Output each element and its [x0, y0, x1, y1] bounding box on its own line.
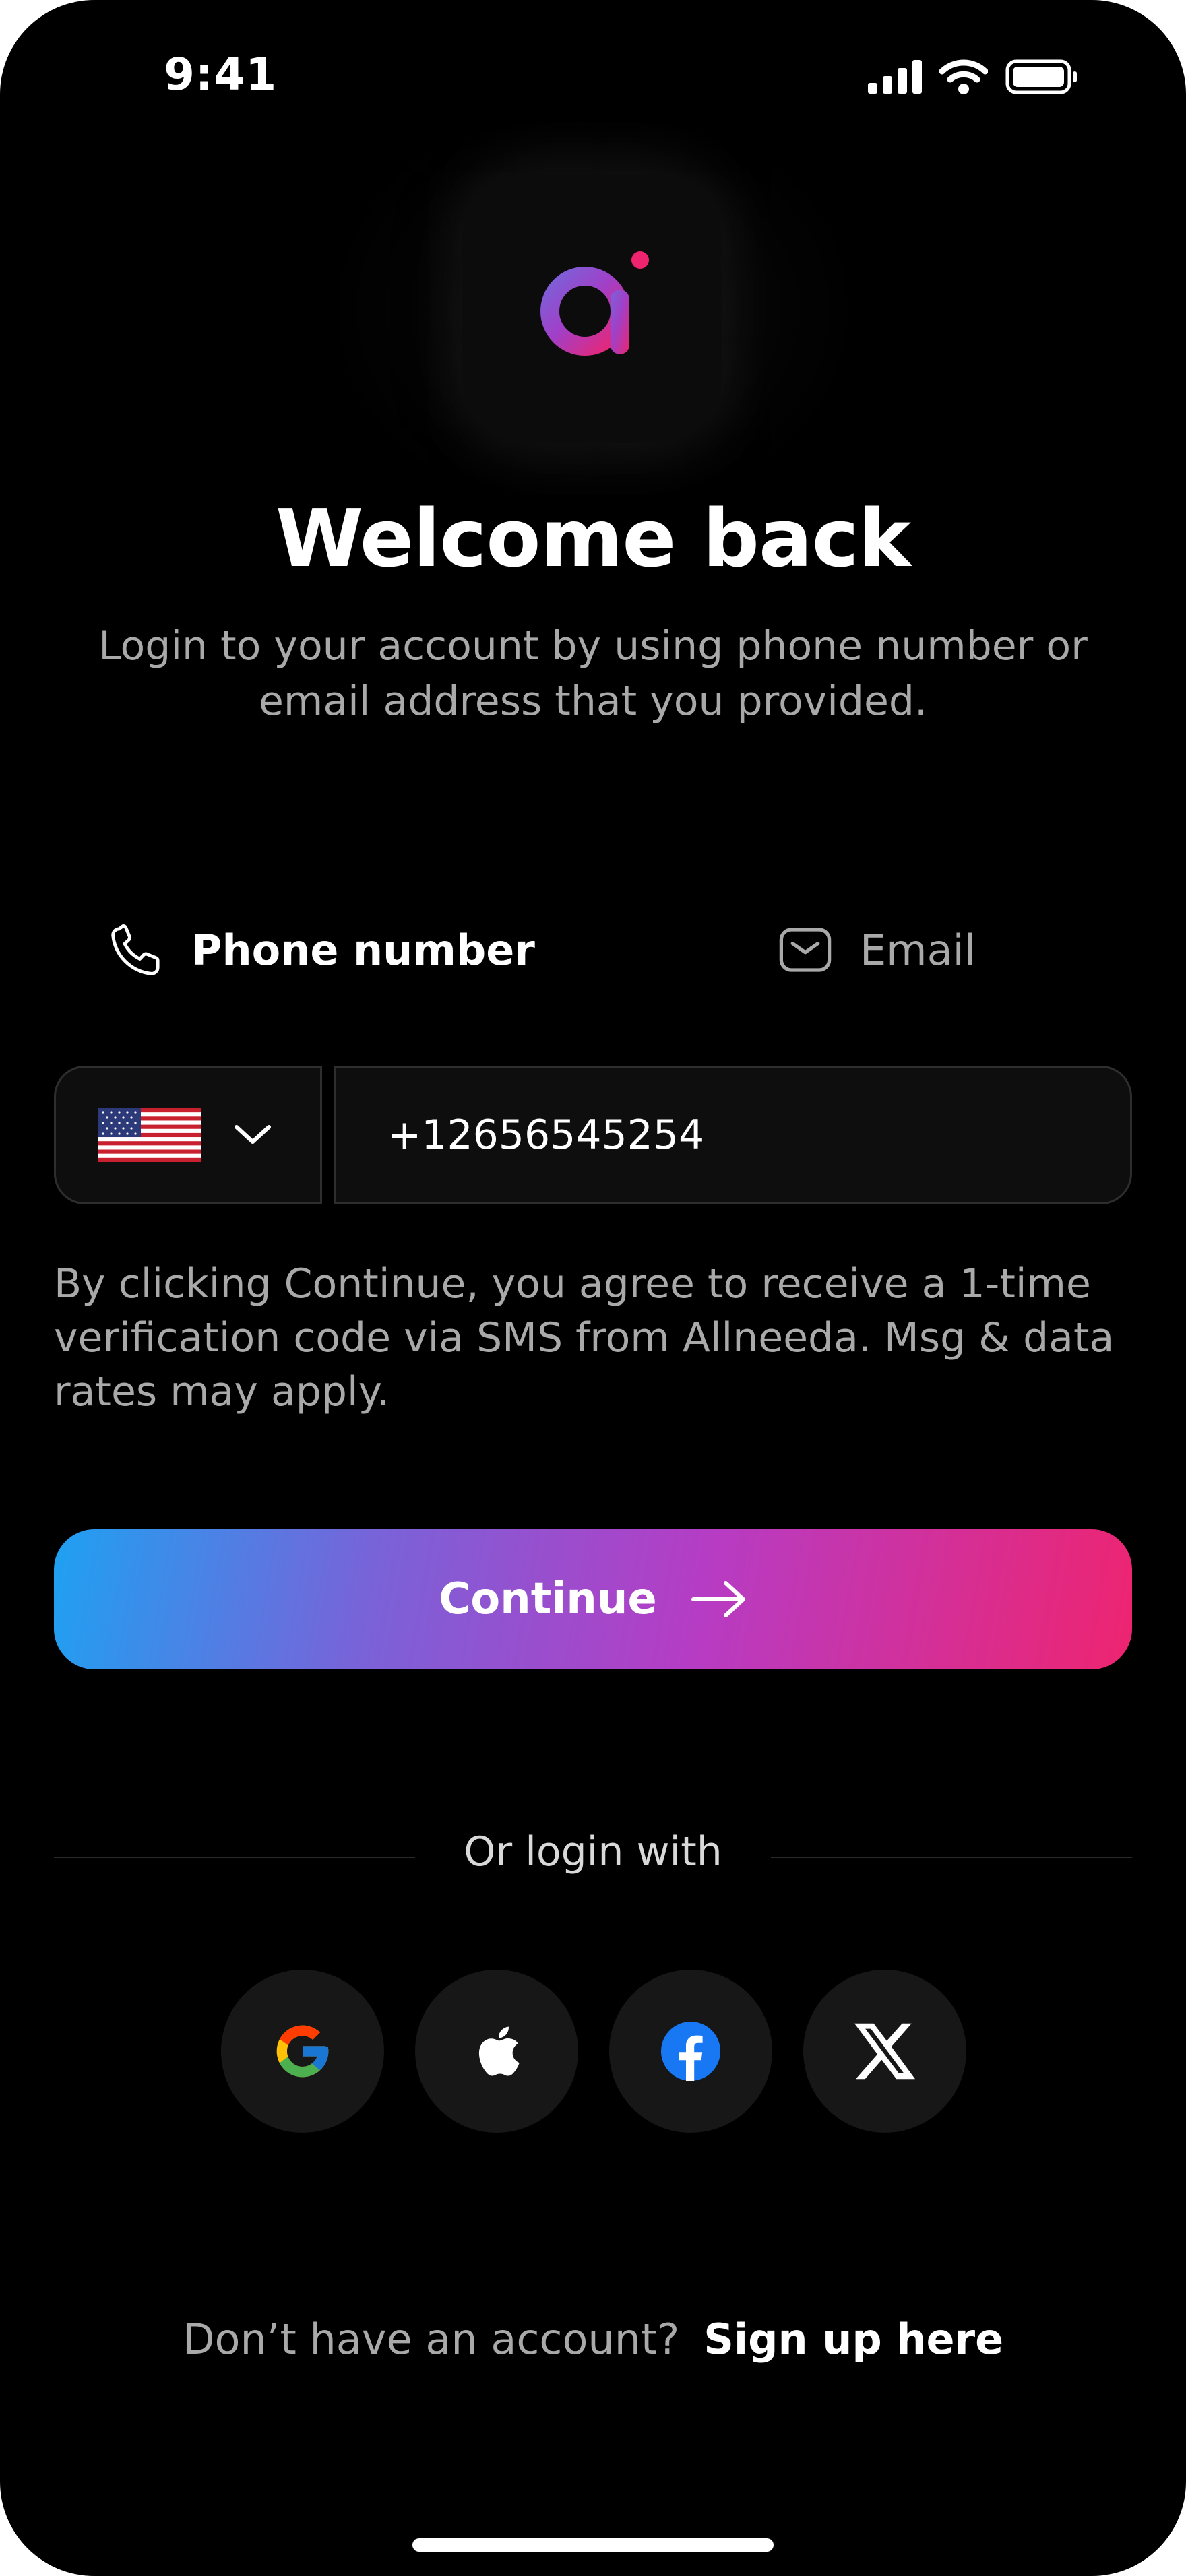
- phone-screen: 9:41 Welcome back Login to your account …: [0, 0, 1186, 2576]
- apple-login-button[interactable]: [415, 1970, 578, 2133]
- page-subtitle: Login to your account by using phone num…: [98, 622, 1088, 725]
- continue-label: Continue: [439, 1574, 657, 1624]
- us-flag-icon: [98, 1108, 201, 1162]
- app-logo-icon: [540, 251, 649, 356]
- or-login-with-label: Or login with: [464, 1828, 722, 1875]
- country-code-selector[interactable]: [54, 1066, 322, 1204]
- arrow-right-icon: [691, 1581, 745, 1617]
- sms-consent-text: By clicking Continue, you agree to recei…: [54, 1260, 1115, 1415]
- mail-icon: [779, 928, 832, 972]
- tab-email[interactable]: Email: [775, 916, 976, 984]
- phone-number-input[interactable]: [334, 1066, 1132, 1204]
- status-icons: [868, 59, 1078, 94]
- home-indicator[interactable]: [412, 2538, 774, 2552]
- signup-question: Don’t have an account?: [182, 2315, 680, 2364]
- continue-button[interactable]: Continue: [54, 1529, 1132, 1669]
- tab-email-label: Email: [860, 925, 976, 975]
- google-icon: [276, 2025, 329, 2078]
- facebook-login-button[interactable]: [609, 1970, 772, 2133]
- chevron-down-icon: [235, 1125, 271, 1144]
- battery-icon: [1005, 59, 1077, 94]
- apple-icon: [478, 2026, 520, 2076]
- signup-link[interactable]: Sign up here: [704, 2315, 1003, 2364]
- phone-icon: [111, 924, 160, 975]
- signup-prompt: Don’t have an account? Sign up here: [0, 2315, 1186, 2364]
- x-icon: [854, 2023, 915, 2080]
- facebook-icon: [661, 2022, 720, 2081]
- x-login-button[interactable]: [803, 1970, 966, 2133]
- status-time: 9:41: [164, 49, 278, 100]
- page-title: Welcome back: [275, 492, 911, 585]
- signal-icon: [868, 60, 922, 94]
- tab-phone-number[interactable]: Phone number: [106, 916, 535, 984]
- wifi-icon: [939, 59, 988, 94]
- google-login-button[interactable]: [221, 1970, 384, 2133]
- tab-phone-label: Phone number: [191, 925, 535, 975]
